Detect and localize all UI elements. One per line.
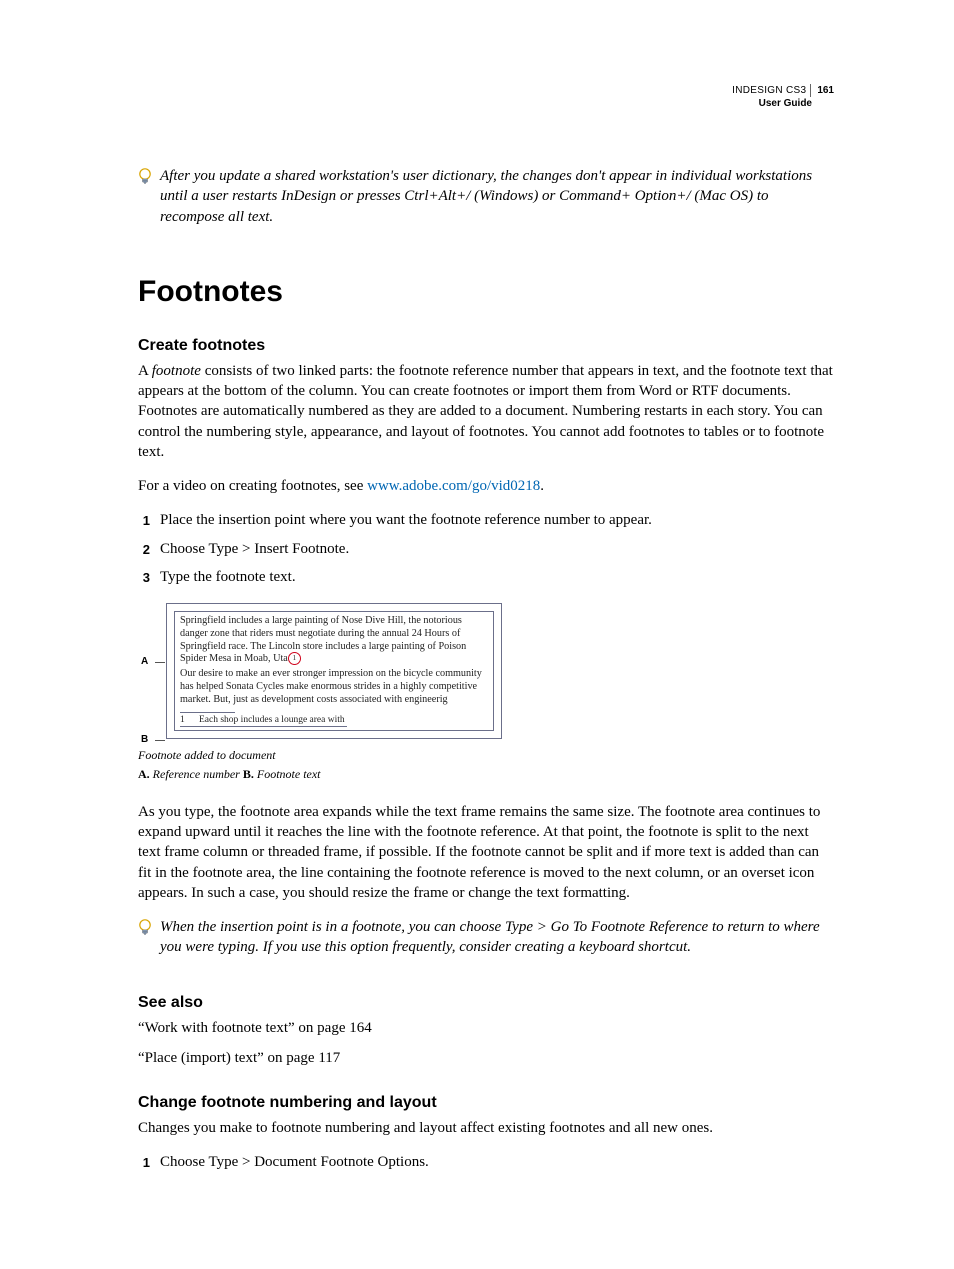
figure-para-a: Springfield includes a large painting of… xyxy=(180,615,487,666)
figure-label-a: A xyxy=(141,656,148,667)
footnote-reference-marker: 1 xyxy=(288,652,301,665)
term-footnote: footnote xyxy=(152,363,201,379)
footnote-rule xyxy=(180,712,235,713)
create-after-figure: As you type, the footnote area expands w… xyxy=(138,802,834,903)
figure: A B Springfield includes a large paintin… xyxy=(138,603,834,782)
lightbulb-icon xyxy=(138,168,152,193)
video-line: For a video on creating footnotes, see w… xyxy=(138,476,834,496)
see-also-item: “Place (import) text” on page 117 xyxy=(138,1048,834,1068)
figure-body: Springfield includes a large painting of… xyxy=(174,611,494,731)
section-title: Footnotes xyxy=(138,275,834,309)
tip-text: After you update a shared workstation's … xyxy=(160,166,834,227)
tip-text: When the insertion point is in a footnot… xyxy=(160,917,834,958)
page-number: 161 xyxy=(810,84,834,97)
create-heading: Create footnotes xyxy=(138,337,834,355)
video-link[interactable]: www.adobe.com/go/vid0218 xyxy=(367,478,540,494)
see-also-heading: See also xyxy=(138,994,834,1012)
product-name: INDESIGN CS3 xyxy=(732,84,806,97)
step-item: 1Choose Type > Document Footnote Options… xyxy=(138,1152,834,1172)
figure-label-b: B xyxy=(141,734,148,745)
lightbulb-icon xyxy=(138,919,152,944)
step-item: 1Place the insertion point where you wan… xyxy=(138,510,834,530)
change-steps: 1Choose Type > Document Footnote Options… xyxy=(138,1152,834,1172)
document-page: INDESIGN CS3 161 User Guide After you up… xyxy=(0,0,954,1269)
tip-block: After you update a shared workstation's … xyxy=(138,166,834,227)
step-item: 2Choose Type > Insert Footnote. xyxy=(138,539,834,559)
figure-caption: Footnote added to document xyxy=(138,747,834,763)
create-para1: A footnote consists of two linked parts:… xyxy=(138,361,834,462)
guide-label: User Guide xyxy=(138,97,834,110)
create-steps: 1Place the insertion point where you wan… xyxy=(138,510,834,587)
change-para: Changes you make to footnote numbering a… xyxy=(138,1118,834,1138)
figure-footnote: 1 Each shop includes a lounge area with xyxy=(180,715,347,728)
figure-para-b: Our desire to make an ever stronger impr… xyxy=(180,668,487,706)
step-item: 3Type the footnote text. xyxy=(138,567,834,587)
figure-key: A. Reference number B. Footnote text xyxy=(138,766,834,782)
page-header: INDESIGN CS3 161 User Guide xyxy=(138,84,834,110)
see-also-item: “Work with footnote text” on page 164 xyxy=(138,1018,834,1038)
change-heading: Change footnote numbering and layout xyxy=(138,1094,834,1112)
tip-block-2: When the insertion point is in a footnot… xyxy=(138,917,834,958)
